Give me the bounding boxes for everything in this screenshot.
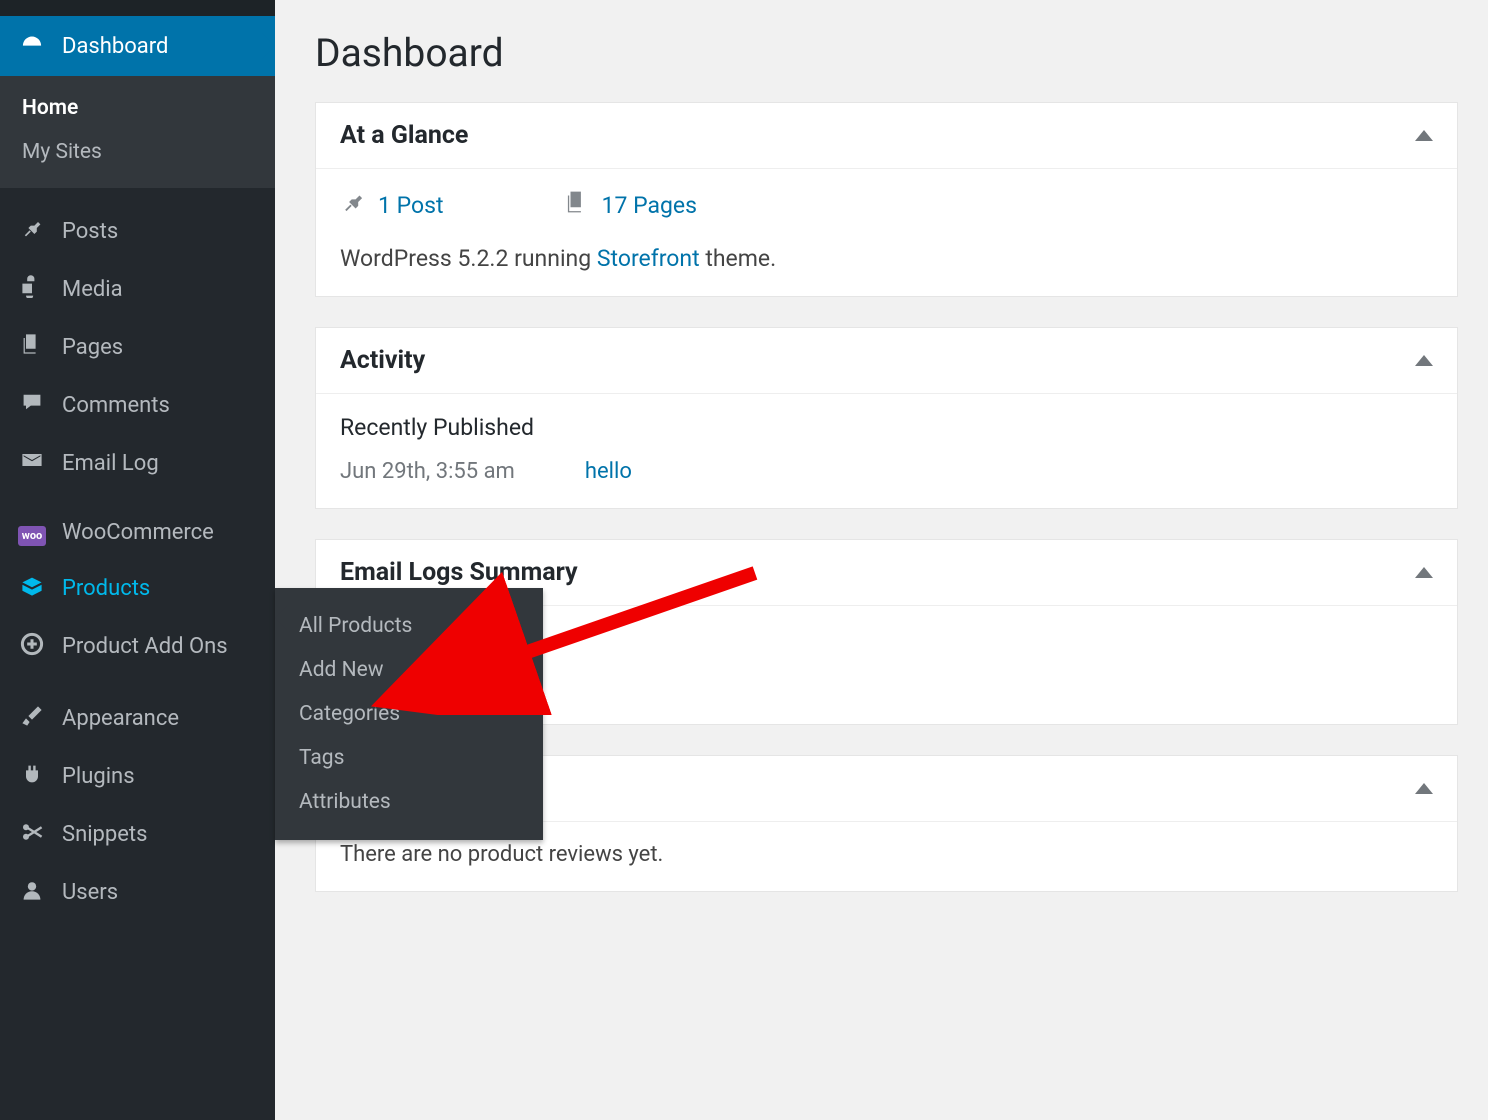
sidebar-item-label: Dashboard — [62, 34, 168, 59]
sidebar-item-pages[interactable]: Pages — [0, 318, 275, 376]
sidebar-item-woocommerce[interactable]: woo WooCommerce — [0, 506, 275, 560]
woo-icon: woo — [18, 520, 46, 546]
sidebar-item-label: Comments — [62, 393, 170, 418]
pin-icon — [18, 216, 46, 246]
activity-row: Jun 29th, 3:55 am hello — [340, 459, 1433, 484]
mail-icon — [18, 448, 46, 478]
page-title: Dashboard — [315, 30, 1458, 76]
products-flyout-menu: All Products Add New Categories Tags Att… — [275, 588, 543, 840]
admin-topbar-strip — [0, 0, 275, 16]
sidebar-sub-home[interactable]: Home — [0, 86, 275, 130]
media-icon — [18, 274, 46, 304]
box-icon — [18, 574, 46, 604]
no-reviews-text: There are no product reviews yet. — [340, 842, 1433, 867]
sidebar-item-label: Snippets — [62, 822, 148, 847]
flyout-categories[interactable]: Categories — [275, 692, 543, 736]
main-content: Dashboard At a Glance 1 Post — [275, 0, 1488, 1120]
sidebar-sub-mysites[interactable]: My Sites — [0, 130, 275, 174]
panel-title: Activity — [340, 346, 425, 375]
collapse-icon[interactable] — [1415, 130, 1433, 141]
activity-subtitle: Recently Published — [340, 414, 1433, 441]
pages-icon — [564, 189, 590, 221]
glance-pages[interactable]: 17 Pages — [564, 189, 697, 221]
sidebar-item-label: WooCommerce — [62, 520, 214, 545]
plug-icon — [18, 762, 46, 792]
comment-icon — [18, 390, 46, 420]
pin-icon — [340, 189, 366, 221]
glance-posts-link[interactable]: 1 Post — [378, 192, 444, 219]
glance-pages-link[interactable]: 17 Pages — [602, 192, 697, 219]
sidebar-item-dashboard[interactable]: Dashboard — [0, 16, 275, 76]
brush-icon — [18, 704, 46, 734]
panel-title: At a Glance — [340, 121, 468, 150]
sidebar-item-users[interactable]: Users — [0, 864, 275, 922]
sidebar-item-appearance[interactable]: Appearance — [0, 690, 275, 748]
flyout-tags[interactable]: Tags — [275, 736, 543, 780]
sidebar-item-label: Users — [62, 880, 118, 905]
collapse-icon[interactable] — [1415, 783, 1433, 794]
theme-link[interactable]: Storefront — [597, 245, 700, 272]
flyout-attributes[interactable]: Attributes — [275, 780, 543, 824]
sidebar-item-comments[interactable]: Comments — [0, 376, 275, 434]
sidebar-item-products[interactable]: Products — [0, 560, 275, 618]
panel-title: Email Logs Summary — [340, 558, 578, 587]
flyout-all-products[interactable]: All Products — [275, 604, 543, 648]
activity-post-link[interactable]: hello — [585, 459, 632, 484]
sidebar-item-label: Appearance — [62, 706, 179, 731]
dashboard-icon — [18, 30, 46, 62]
plus-circle-icon — [18, 632, 46, 662]
panel-activity: Activity Recently Published Jun 29th, 3:… — [315, 327, 1458, 509]
collapse-icon[interactable] — [1415, 567, 1433, 578]
user-icon — [18, 878, 46, 908]
sidebar-item-snippets[interactable]: Snippets — [0, 806, 275, 864]
sidebar-item-plugins[interactable]: Plugins — [0, 748, 275, 806]
sidebar-item-label: Posts — [62, 219, 118, 244]
flyout-add-new[interactable]: Add New — [275, 648, 543, 692]
activity-date: Jun 29th, 3:55 am — [340, 459, 515, 484]
panel-head[interactable]: Activity — [316, 328, 1457, 394]
sidebar-item-media[interactable]: Media — [0, 260, 275, 318]
sidebar-item-label: Pages — [62, 335, 123, 360]
sidebar-dashboard-submenu: Home My Sites — [0, 76, 275, 188]
sidebar-item-posts[interactable]: Posts — [0, 202, 275, 260]
sidebar-item-label: Email Log — [62, 451, 159, 476]
sidebar-item-label: Media — [62, 277, 123, 302]
sidebar-item-label: Product Add Ons — [62, 634, 228, 659]
panel-head[interactable]: At a Glance — [316, 103, 1457, 169]
glance-posts[interactable]: 1 Post — [340, 189, 444, 221]
sidebar-item-emaillog[interactable]: Email Log — [0, 434, 275, 492]
scissors-icon — [18, 820, 46, 850]
admin-sidebar: Dashboard Home My Sites Posts Media Page… — [0, 0, 275, 1120]
sidebar-item-label: Plugins — [62, 764, 135, 789]
pages-icon — [18, 332, 46, 362]
collapse-icon[interactable] — [1415, 355, 1433, 366]
sidebar-item-label: Products — [62, 576, 150, 601]
panel-at-a-glance: At a Glance 1 Post 17 Pages — [315, 102, 1458, 297]
wp-version-line: WordPress 5.2.2 running Storefront theme… — [340, 245, 1433, 272]
sidebar-item-product-addons[interactable]: Product Add Ons — [0, 618, 275, 676]
